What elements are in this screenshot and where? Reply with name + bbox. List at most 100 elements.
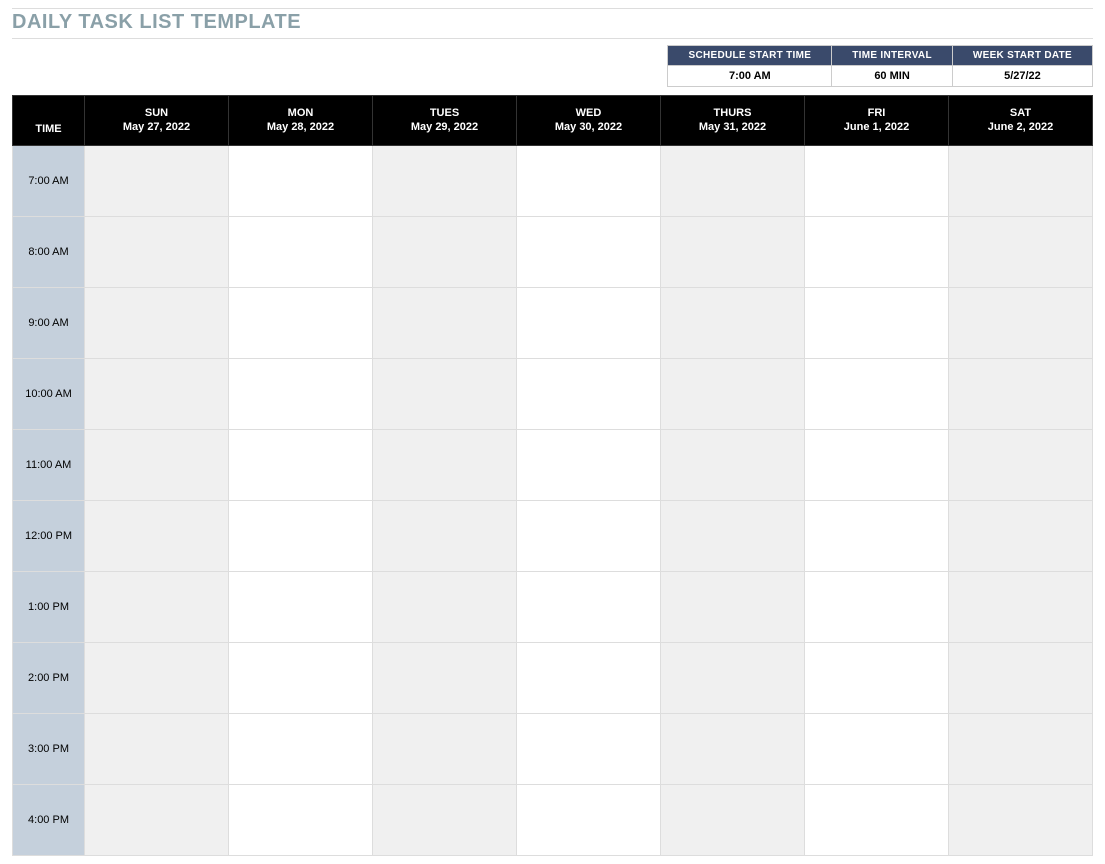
task-cell[interactable] — [229, 642, 373, 713]
task-cell[interactable] — [805, 429, 949, 500]
task-cell[interactable] — [661, 713, 805, 784]
schedule-header-row: TIME SUN May 27, 2022 MON May 28, 2022 T… — [13, 96, 1093, 146]
day-header-sat: SAT June 2, 2022 — [949, 96, 1093, 146]
schedule-table: TIME SUN May 27, 2022 MON May 28, 2022 T… — [12, 95, 1093, 856]
task-cell[interactable] — [85, 500, 229, 571]
settings-value-start-time[interactable]: 7:00 AM — [668, 66, 832, 87]
task-cell[interactable] — [229, 713, 373, 784]
day-date: May 30, 2022 — [521, 120, 656, 134]
task-cell[interactable] — [85, 784, 229, 855]
task-cell[interactable] — [85, 145, 229, 216]
task-cell[interactable] — [373, 571, 517, 642]
task-cell[interactable] — [805, 571, 949, 642]
task-cell[interactable] — [661, 358, 805, 429]
schedule-row: 7:00 AM — [13, 145, 1093, 216]
task-cell[interactable] — [85, 642, 229, 713]
task-cell[interactable] — [517, 642, 661, 713]
schedule-row: 3:00 PM — [13, 713, 1093, 784]
task-cell[interactable] — [661, 571, 805, 642]
task-cell[interactable] — [517, 216, 661, 287]
settings-value-week-start[interactable]: 5/27/22 — [952, 66, 1092, 87]
task-cell[interactable] — [949, 713, 1093, 784]
schedule-row: 1:00 PM — [13, 571, 1093, 642]
task-cell[interactable] — [85, 429, 229, 500]
schedule-row: 11:00 AM — [13, 429, 1093, 500]
task-cell[interactable] — [373, 784, 517, 855]
task-cell[interactable] — [949, 784, 1093, 855]
task-cell[interactable] — [805, 642, 949, 713]
task-cell[interactable] — [517, 571, 661, 642]
task-cell[interactable] — [949, 287, 1093, 358]
task-cell[interactable] — [85, 571, 229, 642]
task-cell[interactable] — [805, 713, 949, 784]
task-cell[interactable] — [517, 784, 661, 855]
task-cell[interactable] — [949, 358, 1093, 429]
task-cell[interactable] — [661, 500, 805, 571]
day-header-fri: FRI June 1, 2022 — [805, 96, 949, 146]
settings-value-interval[interactable]: 60 MIN — [832, 66, 953, 87]
task-cell[interactable] — [661, 429, 805, 500]
task-cell[interactable] — [517, 713, 661, 784]
task-cell[interactable] — [661, 287, 805, 358]
task-cell[interactable] — [373, 145, 517, 216]
task-cell[interactable] — [373, 713, 517, 784]
time-cell: 9:00 AM — [13, 287, 85, 358]
task-cell[interactable] — [85, 713, 229, 784]
task-cell[interactable] — [805, 358, 949, 429]
settings-panel: SCHEDULE START TIME TIME INTERVAL WEEK S… — [12, 45, 1093, 87]
day-header-sun: SUN May 27, 2022 — [85, 96, 229, 146]
day-name: SUN — [89, 106, 224, 120]
task-cell[interactable] — [805, 784, 949, 855]
task-cell[interactable] — [517, 429, 661, 500]
task-cell[interactable] — [373, 358, 517, 429]
task-cell[interactable] — [949, 571, 1093, 642]
time-cell: 3:00 PM — [13, 713, 85, 784]
time-cell: 8:00 AM — [13, 216, 85, 287]
task-cell[interactable] — [661, 642, 805, 713]
task-cell[interactable] — [229, 216, 373, 287]
time-cell: 4:00 PM — [13, 784, 85, 855]
time-cell: 12:00 PM — [13, 500, 85, 571]
day-date: June 2, 2022 — [953, 120, 1088, 134]
task-cell[interactable] — [805, 287, 949, 358]
task-cell[interactable] — [805, 145, 949, 216]
task-cell[interactable] — [517, 287, 661, 358]
settings-header-week-start: WEEK START DATE — [952, 46, 1092, 66]
time-cell: 11:00 AM — [13, 429, 85, 500]
task-cell[interactable] — [229, 145, 373, 216]
task-cell[interactable] — [85, 287, 229, 358]
task-cell[interactable] — [805, 500, 949, 571]
day-header-thurs: THURS May 31, 2022 — [661, 96, 805, 146]
task-cell[interactable] — [229, 571, 373, 642]
task-cell[interactable] — [949, 642, 1093, 713]
task-cell[interactable] — [661, 145, 805, 216]
task-cell[interactable] — [949, 216, 1093, 287]
schedule-row: 12:00 PM — [13, 500, 1093, 571]
task-cell[interactable] — [85, 358, 229, 429]
task-cell[interactable] — [229, 500, 373, 571]
task-cell[interactable] — [661, 784, 805, 855]
day-header-mon: MON May 28, 2022 — [229, 96, 373, 146]
day-date: May 28, 2022 — [233, 120, 368, 134]
task-cell[interactable] — [949, 429, 1093, 500]
task-cell[interactable] — [373, 287, 517, 358]
task-cell[interactable] — [229, 784, 373, 855]
task-cell[interactable] — [373, 429, 517, 500]
day-name: SAT — [953, 106, 1088, 120]
task-cell[interactable] — [373, 642, 517, 713]
task-cell[interactable] — [661, 216, 805, 287]
task-cell[interactable] — [949, 500, 1093, 571]
task-cell[interactable] — [229, 358, 373, 429]
task-cell[interactable] — [517, 500, 661, 571]
task-cell[interactable] — [373, 216, 517, 287]
task-cell[interactable] — [85, 216, 229, 287]
time-cell: 7:00 AM — [13, 145, 85, 216]
task-cell[interactable] — [229, 287, 373, 358]
task-cell[interactable] — [517, 358, 661, 429]
task-cell[interactable] — [229, 429, 373, 500]
task-cell[interactable] — [517, 145, 661, 216]
task-cell[interactable] — [805, 216, 949, 287]
task-cell[interactable] — [373, 500, 517, 571]
task-cell[interactable] — [949, 145, 1093, 216]
day-name: TUES — [377, 106, 512, 120]
